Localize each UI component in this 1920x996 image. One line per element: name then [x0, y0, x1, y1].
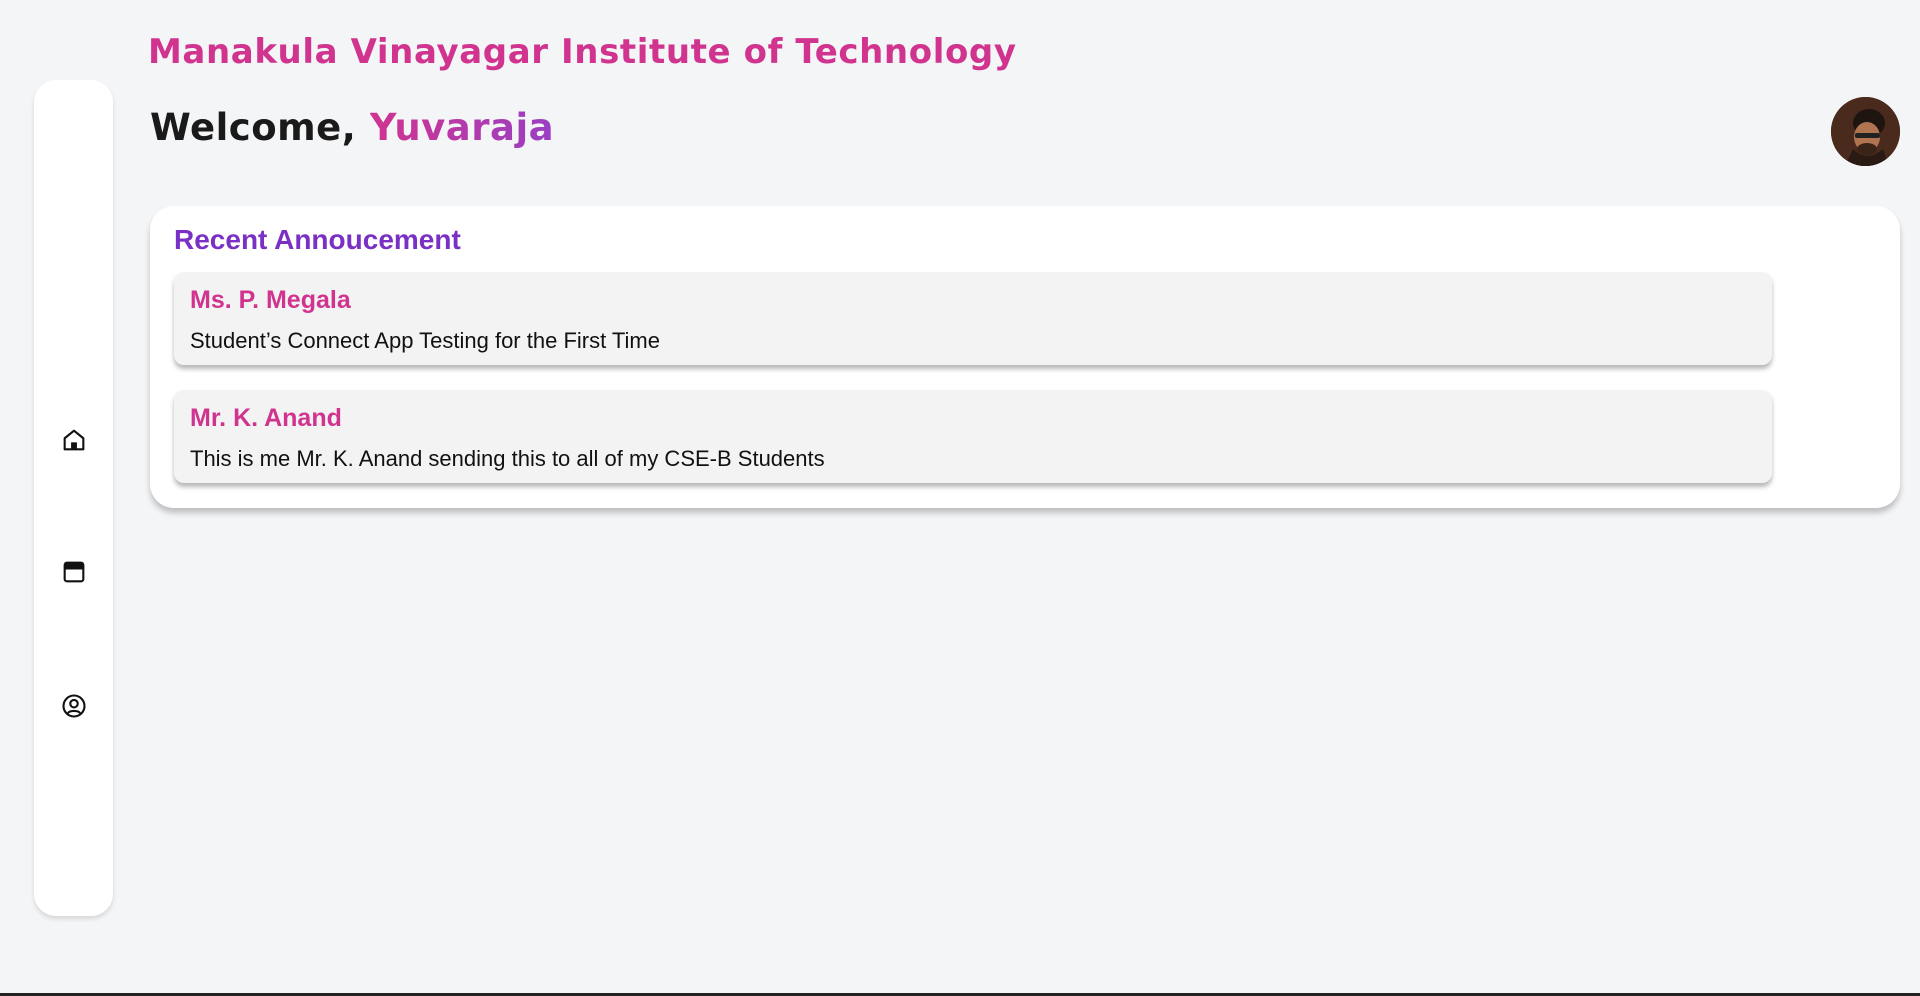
announcement-author: Ms. P. Megala — [190, 286, 351, 314]
avatar[interactable] — [1831, 97, 1900, 166]
announcement-panel: Recent Annoucement Ms. P. Megala Student… — [150, 206, 1900, 508]
announcement-message: Student’s Connect App Testing for the Fi… — [190, 328, 660, 353]
user-circle-icon[interactable] — [58, 690, 89, 721]
announcement-card[interactable]: Mr. K. Anand This is me Mr. K. Anand sen… — [174, 390, 1772, 483]
welcome-heading: Welcome, Yuvaraja — [150, 106, 554, 149]
calendar-icon[interactable] — [58, 556, 89, 587]
announcement-author: Mr. K. Anand — [190, 404, 342, 432]
announcement-card[interactable]: Ms. P. Megala Student’s Connect App Test… — [174, 272, 1772, 365]
user-name: Yuvaraja — [369, 106, 555, 149]
panel-title: Recent Annoucement — [174, 224, 461, 255]
announcement-message: This is me Mr. K. Anand sending this to … — [190, 446, 825, 471]
home-icon[interactable] — [58, 424, 89, 455]
sidebar — [34, 80, 113, 916]
welcome-prefix: Welcome, — [150, 106, 370, 149]
institute-title: Manakula Vinayagar Institute of Technolo… — [148, 32, 1017, 72]
